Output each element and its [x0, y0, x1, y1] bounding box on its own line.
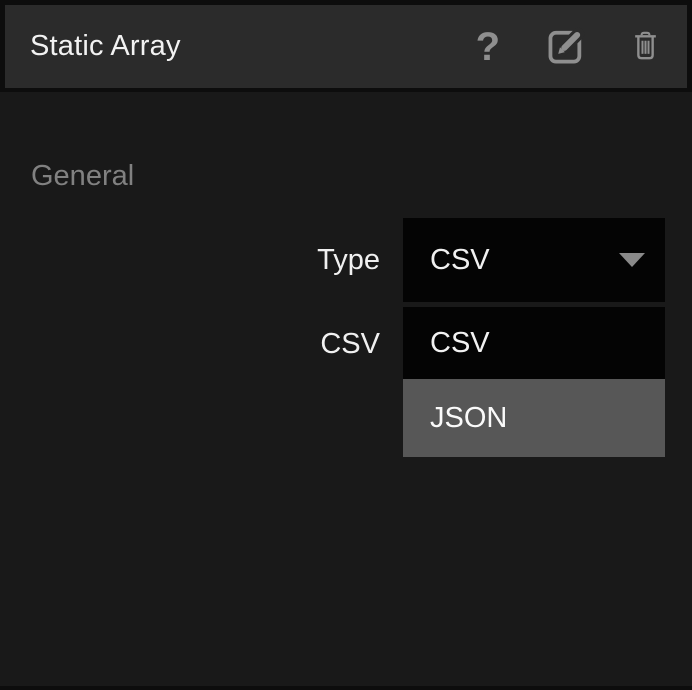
delete-button[interactable] [632, 29, 659, 65]
panel-bottom-edge [0, 686, 692, 690]
question-mark-icon: ? [476, 27, 500, 67]
type-select-value: CSV [430, 244, 490, 277]
edit-button[interactable] [546, 25, 586, 68]
type-dropdown-menu: CSV JSON [403, 307, 665, 457]
header-actions: ? [476, 25, 659, 68]
dropdown-option-csv[interactable]: CSV [403, 307, 665, 379]
field-label-csv: CSV [320, 307, 380, 382]
panel-header: Static Array ? [0, 0, 692, 92]
section-title-general: General [31, 160, 134, 193]
trash-icon [632, 29, 659, 65]
help-button[interactable]: ? [476, 27, 500, 67]
type-select[interactable]: CSV [403, 218, 665, 302]
panel-title: Static Array [30, 30, 181, 63]
edit-icon [546, 25, 586, 68]
caret-down-icon [619, 253, 645, 267]
field-label-type: Type [317, 218, 380, 302]
dropdown-option-json[interactable]: JSON [403, 379, 665, 457]
panel-header-bar: Static Array ? [5, 5, 687, 88]
